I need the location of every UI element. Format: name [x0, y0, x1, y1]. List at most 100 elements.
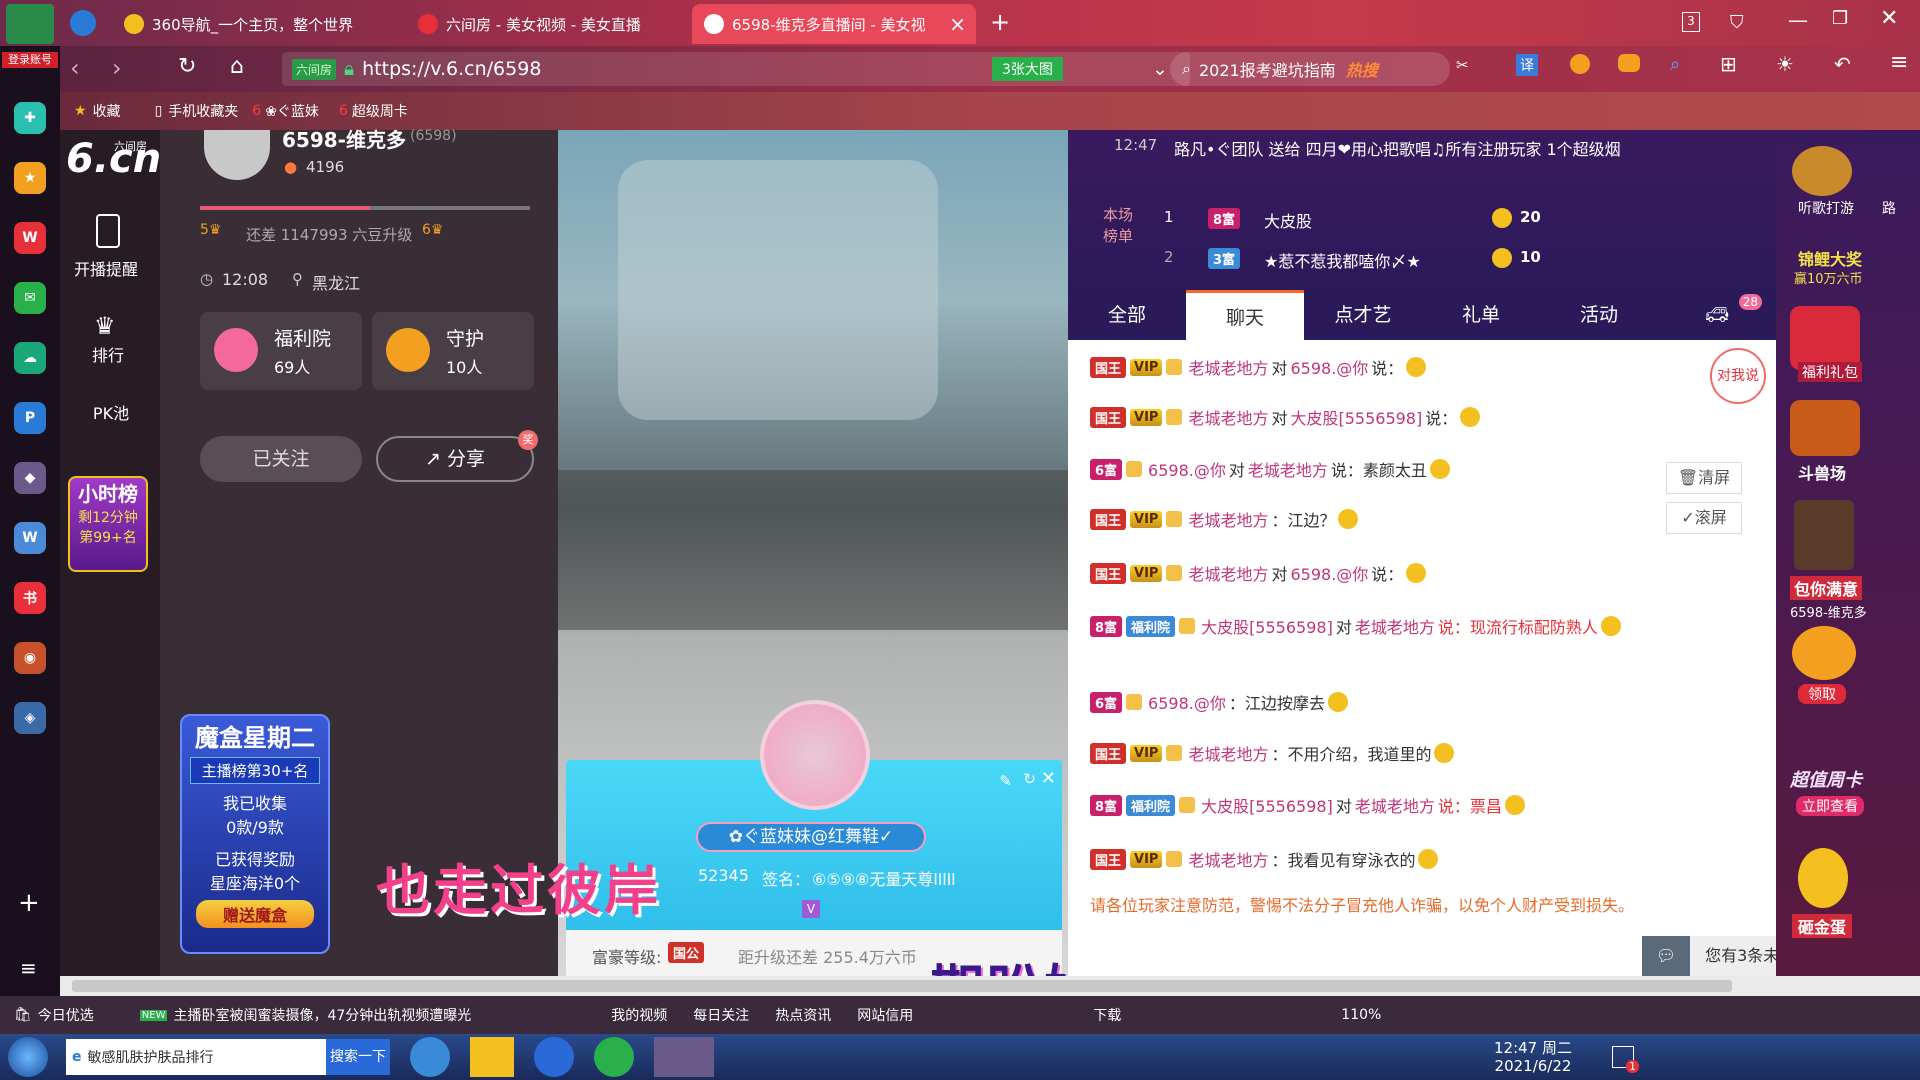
- send-mofang-button[interactable]: 赠送魔盒: [196, 900, 314, 928]
- taskbar-search-button[interactable]: 搜索一下: [326, 1039, 390, 1075]
- promo-label[interactable]: 砸金蛋: [1792, 914, 1853, 938]
- cloud-icon[interactable]: ☁: [14, 342, 46, 374]
- sender-name[interactable]: 老城老地方: [1188, 561, 1268, 585]
- clear-screen-button[interactable]: 🗑︎清屏: [1666, 462, 1742, 494]
- refresh-icon[interactable]: ↻: [1023, 770, 1036, 788]
- big-image-button[interactable]: 3张大图: [992, 57, 1063, 81]
- daily-follow[interactable]: 每日关注: [693, 1005, 749, 1025]
- search-text[interactable]: 2021报考避坑指南: [1199, 57, 1336, 81]
- fav-lanmei[interactable]: ❀ぐ蓝妹: [265, 101, 319, 121]
- gift-box-icon[interactable]: [1790, 306, 1860, 370]
- restore-icon[interactable]: ❐: [1832, 8, 1848, 29]
- new-tab-button[interactable]: +: [990, 8, 1010, 36]
- navigation-arrow-icon[interactable]: [70, 10, 96, 36]
- talk-to-me-button[interactable]: 对我说: [1710, 348, 1766, 404]
- guard-card[interactable]: 守护 10人: [372, 312, 534, 390]
- shirt-icon[interactable]: ⛉: [1730, 12, 1744, 33]
- promo-label[interactable]: 斗兽场: [1798, 460, 1846, 484]
- promo-label[interactable]: 听歌打游: [1798, 198, 1854, 218]
- close-popup-icon[interactable]: ✕: [1041, 768, 1056, 789]
- notification-icon[interactable]: 1: [1612, 1046, 1639, 1073]
- promo-label[interactable]: 锦鲤大奖: [1798, 246, 1862, 270]
- translate-button[interactable]: 译: [1516, 54, 1538, 76]
- tab-car[interactable]: 🚙︎ 28: [1658, 290, 1776, 340]
- nav-rank[interactable]: 排行: [92, 342, 124, 366]
- today-picks[interactable]: 今日优选: [38, 1005, 94, 1025]
- fav-mobile[interactable]: 手机收藏夹: [168, 101, 238, 121]
- sender-name[interactable]: 大皮股[5556598]: [1201, 614, 1333, 638]
- 360-browser-icon[interactable]: [594, 1037, 634, 1077]
- browser-logo-icon[interactable]: [6, 4, 54, 44]
- scrollbar-thumb[interactable]: [72, 980, 1732, 992]
- forward-icon[interactable]: ›: [112, 54, 122, 82]
- taskbar-search[interactable]: e 敏感肌肤护肤品排行: [66, 1039, 326, 1075]
- fav-collection[interactable]: 收藏: [93, 101, 121, 121]
- gift-icon[interactable]: [1792, 626, 1856, 680]
- sender-name[interactable]: 老城老地方: [1188, 355, 1268, 379]
- magnifier-icon[interactable]: ⌕: [1670, 54, 1680, 75]
- receiver-name[interactable]: 老城老地方: [1248, 457, 1328, 481]
- download-button[interactable]: 下载: [1093, 1005, 1121, 1025]
- view-button[interactable]: 立即查看: [1796, 796, 1864, 816]
- bag-icon[interactable]: [1794, 500, 1854, 570]
- tab-6598[interactable]: 6598-维克多直播间 - 美女视 ×: [692, 4, 976, 44]
- tab-activity[interactable]: 活动: [1540, 290, 1658, 340]
- receiver-name[interactable]: 大皮股[5556598]: [1290, 405, 1422, 429]
- news-ticker[interactable]: 主播卧室被闺蜜装摄像，47分钟出轨视频遭曝光: [173, 1005, 471, 1025]
- tab-talent[interactable]: 点才艺: [1304, 290, 1422, 340]
- sender-name[interactable]: 大皮股[5556598]: [1201, 793, 1333, 817]
- p-icon[interactable]: P: [14, 402, 46, 434]
- sender-name[interactable]: 6598.@你: [1148, 690, 1226, 714]
- sender-name[interactable]: 老城老地方: [1188, 847, 1268, 871]
- arena-icon[interactable]: [1790, 400, 1860, 456]
- site-credit[interactable]: 网站信用: [857, 1005, 913, 1025]
- start-button[interactable]: [8, 1037, 48, 1077]
- minimize-icon[interactable]: —: [1788, 8, 1808, 32]
- tab-count-icon[interactable]: 3: [1682, 12, 1700, 32]
- clock[interactable]: 12:47 周二 2021/6/22: [1494, 1039, 1572, 1075]
- share-button[interactable]: ↗ 分享: [376, 436, 534, 482]
- sender-name[interactable]: 6598.@你: [1148, 457, 1226, 481]
- back-icon[interactable]: ‹: [70, 54, 80, 82]
- scissors-icon[interactable]: ✂: [1456, 56, 1469, 74]
- follow-button[interactable]: 已关注: [200, 436, 362, 482]
- fav-weekcard[interactable]: 超级周卡: [352, 101, 408, 121]
- zoom-level[interactable]: 110%: [1341, 1007, 1381, 1023]
- ie-taskbar-icon[interactable]: [410, 1037, 450, 1077]
- home-icon[interactable]: ⌂: [230, 54, 244, 79]
- menu-icon[interactable]: ≡: [20, 956, 37, 980]
- claim-button[interactable]: 领取: [1798, 684, 1846, 704]
- sender-name[interactable]: 老城老地方: [1188, 741, 1268, 765]
- menu-icon[interactable]: ≡: [1890, 50, 1908, 75]
- game2-icon[interactable]: ◉: [14, 642, 46, 674]
- receiver-name[interactable]: 老城老地方: [1355, 614, 1435, 638]
- mofang-card[interactable]: 魔盒星期二 主播榜第30+名 我已收集 0款/9款 已获得奖励 星座海洋0个 赠…: [180, 714, 330, 954]
- phone-icon[interactable]: [96, 214, 120, 248]
- taskbar-search-text[interactable]: 敏感肌肤护肤品排行: [88, 1047, 214, 1067]
- reload-icon[interactable]: ↻: [178, 54, 196, 79]
- board-name[interactable]: ★惹不惹我都嗑你〆★: [1264, 248, 1421, 272]
- dropdown-icon[interactable]: ⌄: [1152, 58, 1168, 80]
- golden-egg-icon[interactable]: [1798, 848, 1848, 908]
- tab-chat[interactable]: 聊天: [1186, 290, 1304, 340]
- nav-live-alert[interactable]: 开播提醒: [74, 256, 138, 280]
- mail-icon[interactable]: ✉: [14, 282, 46, 314]
- game-icon[interactable]: ◆: [14, 462, 46, 494]
- horizontal-scrollbar[interactable]: [60, 976, 1920, 996]
- hot-news[interactable]: 热点资讯: [775, 1005, 831, 1025]
- edit-icon[interactable]: ✎: [999, 772, 1012, 790]
- receiver-name[interactable]: 老城老地方: [1355, 793, 1435, 817]
- add-icon[interactable]: +: [18, 888, 40, 918]
- search-box[interactable]: ⌕ 2021报考避坑指南 热搜: [1170, 52, 1450, 86]
- sender-name[interactable]: 老城老地方: [1188, 507, 1268, 531]
- video-app-icon[interactable]: [654, 1037, 714, 1077]
- board-name[interactable]: 大皮股: [1264, 208, 1312, 232]
- receiver-name[interactable]: 6598.@你: [1290, 355, 1368, 379]
- tab-all[interactable]: 全部: [1068, 290, 1186, 340]
- gamepad-icon[interactable]: [1618, 54, 1640, 72]
- welfare-card[interactable]: 福利院 69人: [200, 312, 362, 390]
- undo-icon[interactable]: ↶: [1834, 52, 1851, 76]
- promo-label[interactable]: 路: [1882, 198, 1896, 218]
- nav-pk[interactable]: PK池: [86, 400, 136, 424]
- promo-label[interactable]: 赢10万六币: [1794, 268, 1863, 287]
